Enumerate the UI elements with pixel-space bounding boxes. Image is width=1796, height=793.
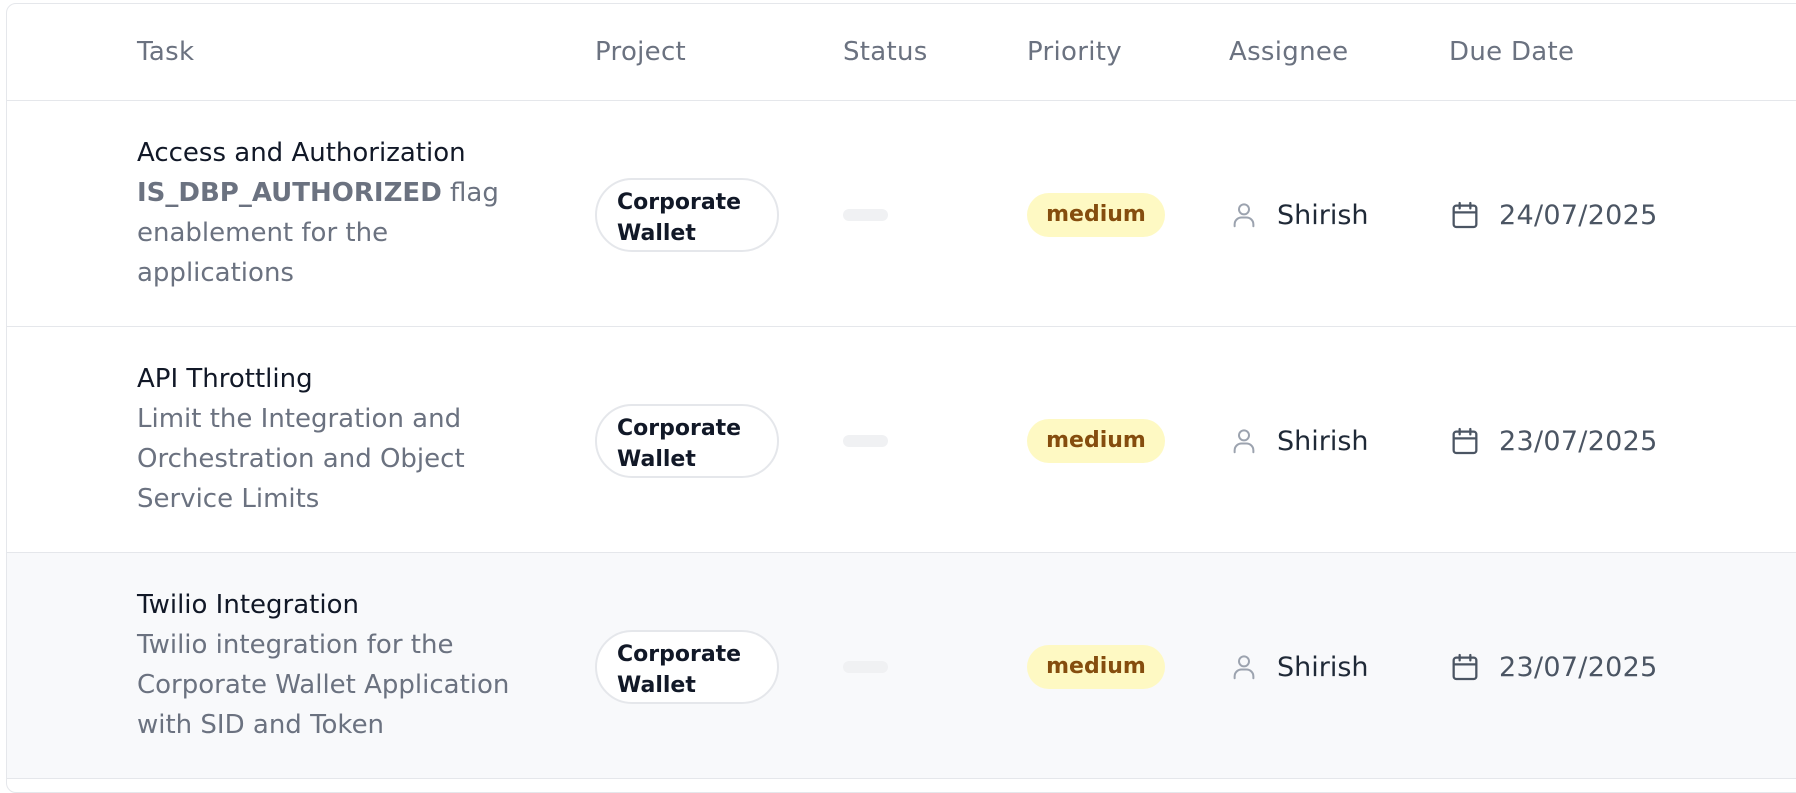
- user-icon: [1233, 429, 1255, 454]
- column-header-assignee[interactable]: Assignee: [1229, 37, 1348, 67]
- project-badge[interactable]: Corporate Wallet: [595, 178, 779, 252]
- assignee-name: Shirish: [1277, 199, 1369, 231]
- assignee-name: Shirish: [1277, 651, 1369, 683]
- project-name-line2: Wallet: [617, 447, 696, 472]
- column-header-task[interactable]: Task: [137, 37, 194, 67]
- calendar-icon: [1452, 653, 1478, 681]
- project-name-line1: Corporate: [617, 642, 742, 667]
- column-header-priority[interactable]: Priority: [1027, 37, 1122, 67]
- task-cell: Twilio Integration Twilio integration fo…: [137, 585, 527, 745]
- project-name-line1: Corporate: [617, 190, 742, 215]
- due-date[interactable]: 23/07/2025: [1449, 647, 1658, 687]
- project-name-line2: Wallet: [617, 221, 696, 246]
- task-cell: API Throttling Limit the Integration and…: [137, 359, 527, 519]
- calendar-icon: [1452, 427, 1478, 455]
- due-date[interactable]: 24/07/2025: [1449, 195, 1658, 235]
- project-name-line1: Corporate: [617, 416, 742, 441]
- project-badge[interactable]: Corporate Wallet: [595, 630, 779, 704]
- project-badge[interactable]: Corporate Wallet: [595, 404, 779, 478]
- due-date[interactable]: 23/07/2025: [1449, 421, 1658, 461]
- assignee-name: Shirish: [1277, 425, 1369, 457]
- priority-badge: medium: [1027, 645, 1165, 689]
- task-title: Access and Authorization: [137, 138, 466, 168]
- column-header-status[interactable]: Status: [843, 37, 928, 67]
- project-name-line2: Wallet: [617, 673, 696, 698]
- user-icon: [1233, 203, 1255, 228]
- table-row[interactable]: API Throttling Limit the Integration and…: [7, 327, 1796, 553]
- due-date-value: 24/07/2025: [1499, 199, 1658, 231]
- user-icon: [1233, 655, 1255, 680]
- task-description: Limit the Integration and Orchestration …: [137, 404, 465, 514]
- task-table: Task Project Status Priority Assignee Du…: [6, 3, 1796, 793]
- status-placeholder: [843, 661, 888, 673]
- table-row[interactable]: Access and Authorization IS_DBP_AUTHORIZ…: [7, 101, 1796, 327]
- task-title: API Throttling: [137, 364, 313, 394]
- due-date-value: 23/07/2025: [1499, 651, 1658, 683]
- task-description: IS_DBP_AUTHORIZED flag enablement for th…: [137, 173, 527, 293]
- assignee[interactable]: Shirish: [1229, 195, 1369, 235]
- task-description: Twilio integration for the Corporate Wal…: [137, 630, 510, 740]
- status-placeholder: [843, 209, 888, 221]
- table-header: Task Project Status Priority Assignee Du…: [7, 4, 1796, 101]
- column-header-project[interactable]: Project: [595, 37, 686, 67]
- task-title: Twilio Integration: [137, 590, 359, 620]
- task-description-code: IS_DBP_AUTHORIZED: [137, 178, 442, 208]
- priority-badge: medium: [1027, 193, 1165, 237]
- due-date-value: 23/07/2025: [1499, 425, 1658, 457]
- table-row[interactable]: Twilio Integration Twilio integration fo…: [7, 553, 1796, 779]
- task-cell: Access and Authorization IS_DBP_AUTHORIZ…: [137, 133, 527, 293]
- column-header-due-date[interactable]: Due Date: [1449, 37, 1574, 67]
- priority-badge: medium: [1027, 419, 1165, 463]
- assignee[interactable]: Shirish: [1229, 421, 1369, 461]
- calendar-icon: [1452, 201, 1478, 229]
- status-placeholder: [843, 435, 888, 447]
- assignee[interactable]: Shirish: [1229, 647, 1369, 687]
